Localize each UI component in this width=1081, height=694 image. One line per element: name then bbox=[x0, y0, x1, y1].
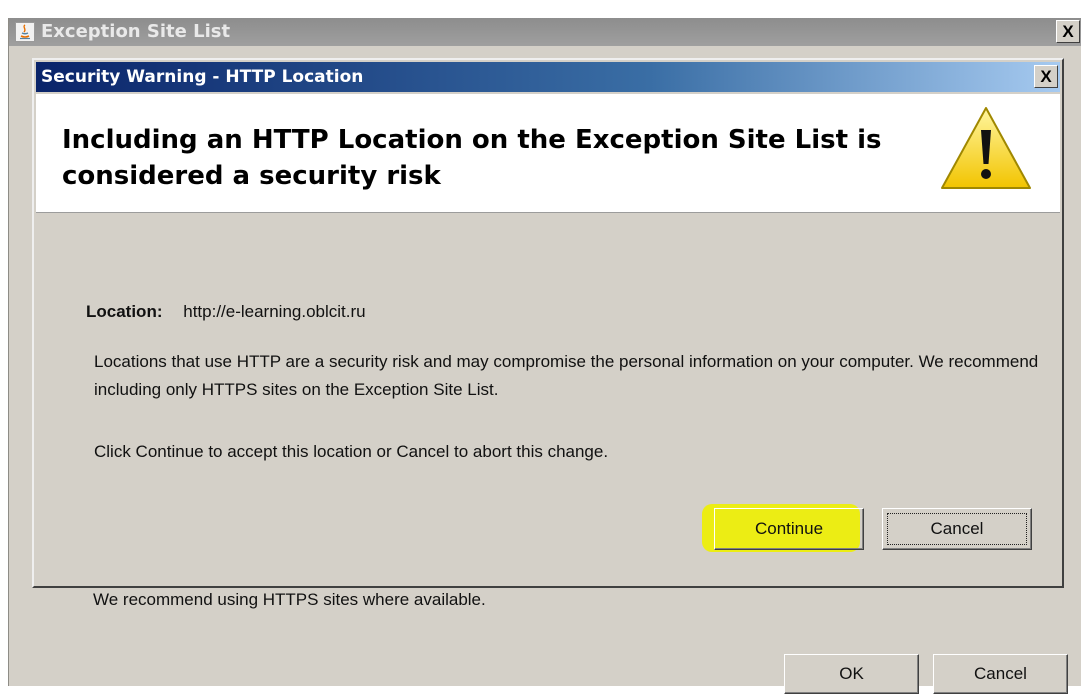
https-recommendation-text: We recommend using HTTPS sites where ava… bbox=[93, 590, 486, 609]
warning-heading: Including an HTTP Location on the Except… bbox=[62, 125, 882, 191]
dialog-close-button[interactable]: X bbox=[1034, 65, 1058, 88]
java-icon bbox=[15, 22, 35, 42]
outer-title-bar[interactable]: Exception Site List X bbox=[9, 18, 1081, 46]
outer-window-title: Exception Site List bbox=[41, 21, 231, 42]
location-label: Location: bbox=[86, 302, 163, 321]
dialog-title: Security Warning - HTTP Location bbox=[41, 67, 364, 87]
instruction-text: Click Continue to accept this location o… bbox=[94, 442, 609, 461]
continue-button[interactable]: Continue bbox=[714, 508, 864, 550]
focus-ring bbox=[887, 513, 1027, 545]
location-value: http://e-learning.oblcit.ru bbox=[183, 302, 366, 321]
dialog-title-bar[interactable]: Security Warning - HTTP Location X bbox=[36, 62, 1060, 92]
security-warning-dialog: Security Warning - HTTP Location X Inclu… bbox=[32, 58, 1064, 588]
dialog-header: Including an HTTP Location on the Except… bbox=[36, 94, 1060, 213]
risk-description: Locations that use HTTP are a security r… bbox=[94, 352, 1039, 399]
outer-cancel-button[interactable]: Cancel bbox=[933, 654, 1068, 694]
outer-close-button[interactable]: X bbox=[1056, 20, 1080, 43]
dialog-cancel-button[interactable]: Cancel bbox=[882, 508, 1032, 550]
warning-triangle-icon bbox=[938, 104, 1034, 197]
location-row: Location: http://e-learning.oblcit.ru bbox=[86, 302, 366, 322]
ok-button[interactable]: OK bbox=[784, 654, 919, 694]
